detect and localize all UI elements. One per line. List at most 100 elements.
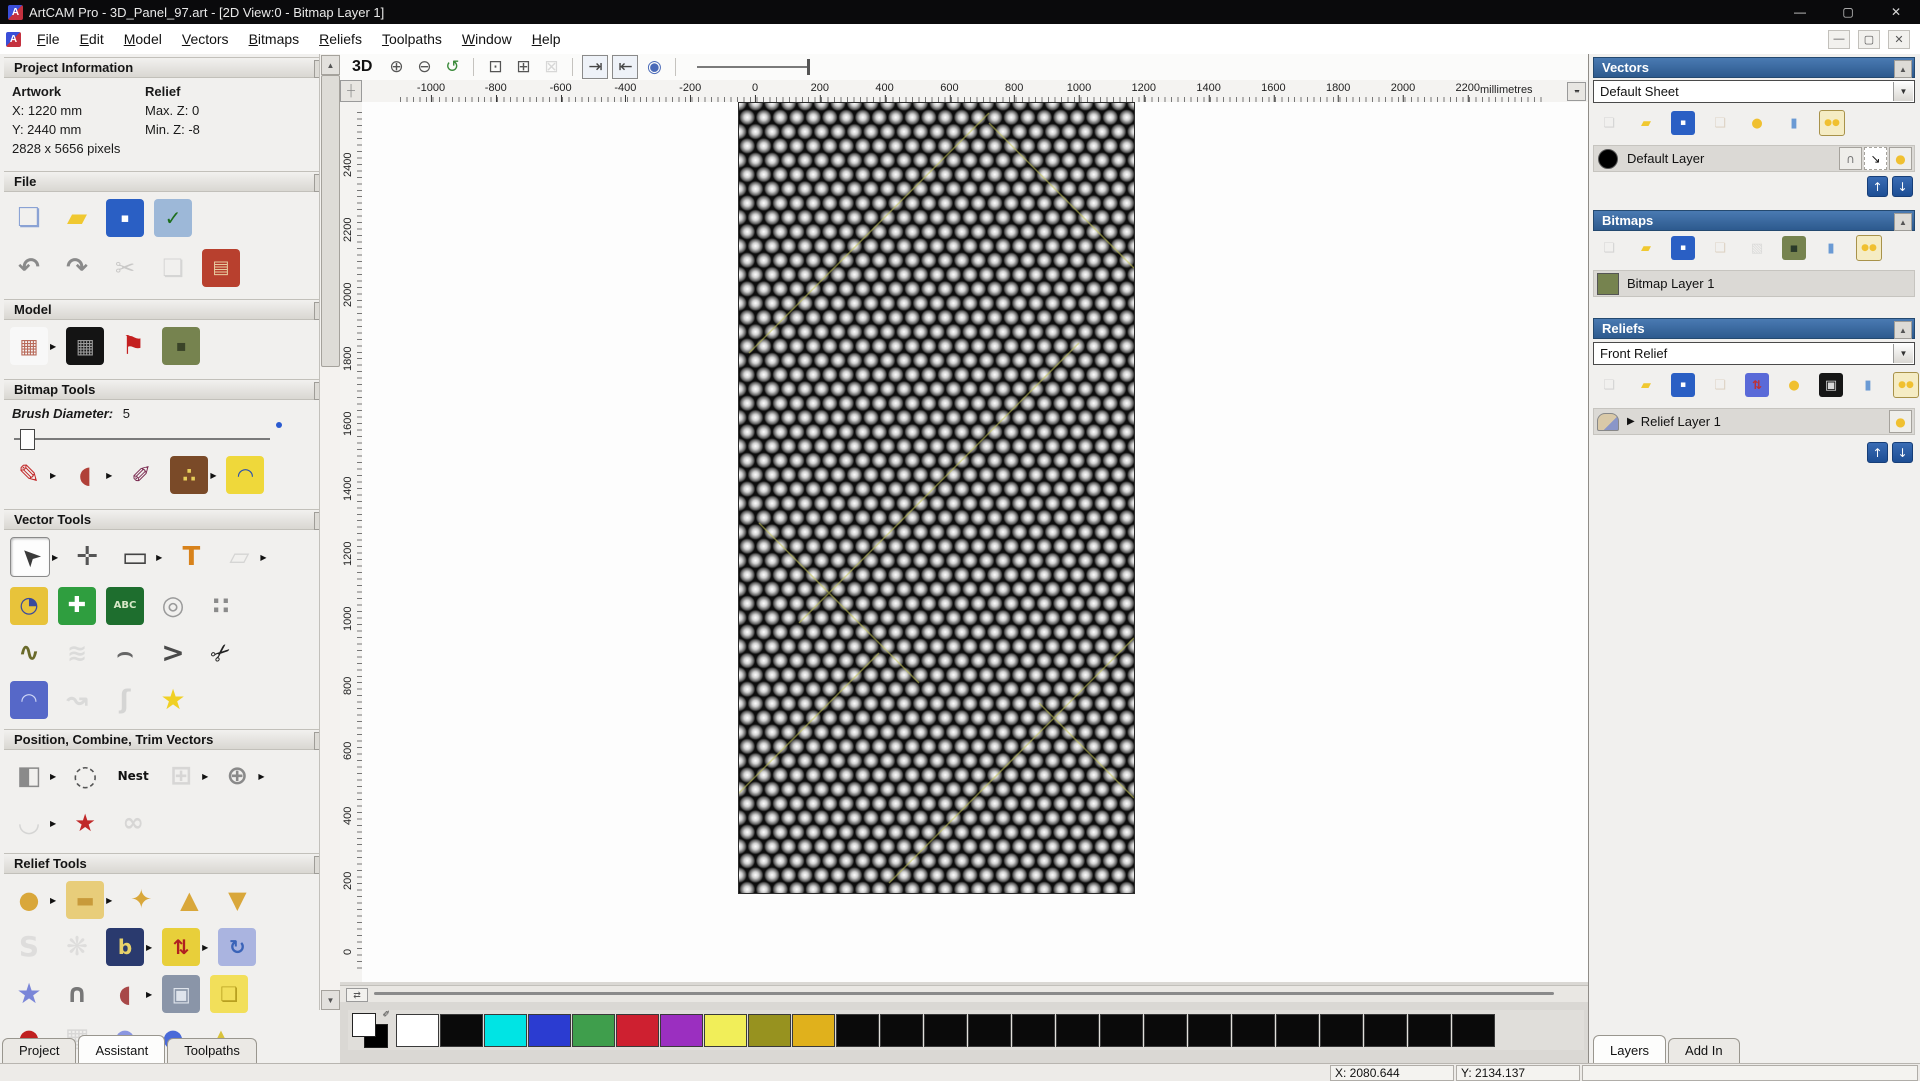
palette-swatch-1[interactable] [440,1014,483,1047]
open-relief-layer-icon[interactable]: ▰ [1634,373,1658,397]
tab-project[interactable]: Project [2,1038,76,1063]
zoom-drawing-icon[interactable]: ⊞ [511,56,535,78]
palette-swatch-10[interactable] [836,1014,879,1047]
toggle-assistant-panel-icon[interactable]: ⇥ [582,55,608,79]
bitmaps-collapse-button[interactable]: ▲ [1894,213,1912,231]
zoom-out-icon[interactable]: ⊖ [412,56,436,78]
align-vectors-icon-flyout[interactable]: ▶ [50,772,56,781]
image-to-layer-icon[interactable]: ▪ [1782,236,1806,260]
mirror-vectors-icon[interactable]: ʃ [106,681,144,719]
colour-picker-icon[interactable]: ✐ [122,456,160,494]
minimize-button[interactable]: — [1776,0,1824,24]
set-model-size-icon-flyout[interactable]: ▶ [50,342,56,351]
vector-texture-icon[interactable]: ★ [154,681,192,719]
vectors-collapse-button[interactable]: ▲ [1894,60,1912,78]
panel-artwork[interactable] [738,102,1135,894]
show-all-vector-layers-icon[interactable]: ●● [1819,110,1845,136]
snip-vectors-icon[interactable]: ✂ [202,634,240,672]
lighting-material-icon[interactable]: ⚑ [114,327,152,365]
wireframe-modelling-icon[interactable]: ◎ [154,587,192,625]
relief-layer-visibility-icon[interactable]: ● [1782,373,1806,397]
select-vectors-icon-flyout[interactable]: ▶ [52,553,58,562]
scroll-up-button[interactable]: ▲ [321,55,340,75]
weld-vectors-icon[interactable]: ⊕ [218,757,256,795]
vector-sheet-selector[interactable]: Default Sheet ▼ [1593,80,1915,103]
palette-swatch-19[interactable] [1232,1014,1275,1047]
delete-relief-layer-icon[interactable]: ▮ [1856,373,1880,397]
move-layer-up-button[interactable]: ↑ [1867,176,1888,197]
merge-relief-layers-icon[interactable]: ❏ [1708,373,1732,397]
palette-swatch-0[interactable] [396,1014,439,1047]
group-vectors-icon-flyout[interactable]: ▶ [202,772,208,781]
greyscale-from-model-icon[interactable]: ▪ [162,327,200,365]
delete-vector-layer-icon[interactable]: ▮ [1782,111,1806,135]
palette-swatch-23[interactable] [1408,1014,1451,1047]
current-colors[interactable]: ✐ [352,1013,388,1047]
model-properties-icon[interactable]: ✓ [154,199,192,237]
zoom-selection-icon[interactable]: ⊠ [539,56,563,78]
bitmap-layer-row[interactable]: Bitmap Layer 1 [1593,270,1915,297]
zoom-in-icon[interactable]: ⊕ [384,56,408,78]
tab-assistant[interactable]: Assistant [78,1035,165,1063]
trim-vectors-icon[interactable]: ◡ [10,804,48,842]
scroll-thumb[interactable] [321,75,340,367]
relief-move-down-button[interactable]: ↓ [1892,442,1913,463]
new-vector-layer-icon[interactable]: ❏ [1597,111,1621,135]
show-all-bitmap-layers-icon[interactable]: ●● [1856,235,1882,261]
palette-swatch-2[interactable] [484,1014,527,1047]
zoom-slider[interactable] [697,56,827,78]
vector-layer-row[interactable]: Default Layer ∩ ↘ ● [1593,145,1915,172]
palette-swatch-15[interactable] [1056,1014,1099,1047]
open-bitmap-layer-icon[interactable]: ▰ [1634,236,1658,260]
palette-swatch-13[interactable] [968,1014,1011,1047]
envelope-distortion-icon-flyout[interactable]: ▶ [260,553,266,562]
reliefs-collapse-button[interactable]: ▲ [1894,321,1912,339]
paint-brush-icon-flyout[interactable]: ▶ [50,471,56,480]
flood-fill-icon[interactable]: ◖ [66,456,104,494]
offset-relief-icon-flyout[interactable]: ▶ [202,943,208,952]
relief-selector[interactable]: Front Relief ▼ [1593,342,1915,365]
menu-vectors[interactable]: Vectors [172,27,239,51]
maximize-button[interactable]: ▢ [1824,0,1872,24]
vector-layer-visibility-icon[interactable]: ● [1745,111,1769,135]
gradient-layer-icon[interactable]: ▧ [1745,236,1769,260]
palette-swatch-17[interactable] [1144,1014,1187,1047]
merge-bitmap-layers-icon[interactable]: ❏ [1708,236,1732,260]
offset-relief-icon[interactable]: ⇅ [162,928,200,966]
sculpting-icon[interactable]: ● [10,881,48,919]
load-replace-relief-icon[interactable]: ↻ [218,928,256,966]
zoom-previous-icon[interactable]: ↺ [440,56,464,78]
create-rectangle-icon-flyout[interactable]: ▶ [156,553,162,562]
ruler-options-button[interactable]: ▾▾ [1567,82,1586,101]
palette-swatch-7[interactable] [704,1014,747,1047]
menu-model[interactable]: Model [114,27,172,51]
save-bitmap-layer-icon[interactable]: ▪ [1671,236,1695,260]
merge-relief-low-icon[interactable]: ▼ [218,881,256,919]
relief-clipart-library-icon[interactable]: b [106,928,144,966]
create-polyline-icon[interactable]: ✚ [58,587,96,625]
fit-arcs-icon[interactable]: ↝ [58,681,96,719]
switch-to-3d-button[interactable]: 3D [352,58,372,76]
mdi-restore-button[interactable]: ▢ [1858,30,1880,49]
node-editing-icon[interactable]: ∿ [10,634,48,672]
canvas-h-scrollbar[interactable]: ⇄ [340,985,1588,1002]
create-text-icon[interactable]: T [172,538,210,576]
palette-swatch-24[interactable] [1452,1014,1495,1047]
assistant-panel-scrollbar[interactable]: ▲ ▼ [319,54,340,1010]
menu-window[interactable]: Window [452,27,522,51]
transform-vectors-icon[interactable]: ✛ [68,538,106,576]
vector-sheet-dropdown-arrow[interactable]: ▼ [1893,82,1913,101]
relief-move-up-button[interactable]: ↑ [1867,442,1888,463]
shape-editor-icon-flyout[interactable]: ▶ [106,896,112,905]
scroll-down-button[interactable]: ▼ [321,990,340,1010]
nesting-icon[interactable]: Nest [114,757,152,795]
pan-origin-button[interactable]: ┼ [340,80,362,102]
brush-diameter-slider-handle[interactable] [20,429,35,450]
menu-help[interactable]: Help [522,27,571,51]
show-all-relief-layers-icon[interactable]: ●● [1893,372,1919,398]
palette-swatch-16[interactable] [1100,1014,1143,1047]
menu-reliefs[interactable]: Reliefs [309,27,372,51]
constant-height-relief-icon[interactable]: ★ [10,975,48,1013]
palette-swatch-5[interactable] [616,1014,659,1047]
paste-text-block-icon[interactable]: ABC [106,587,144,625]
